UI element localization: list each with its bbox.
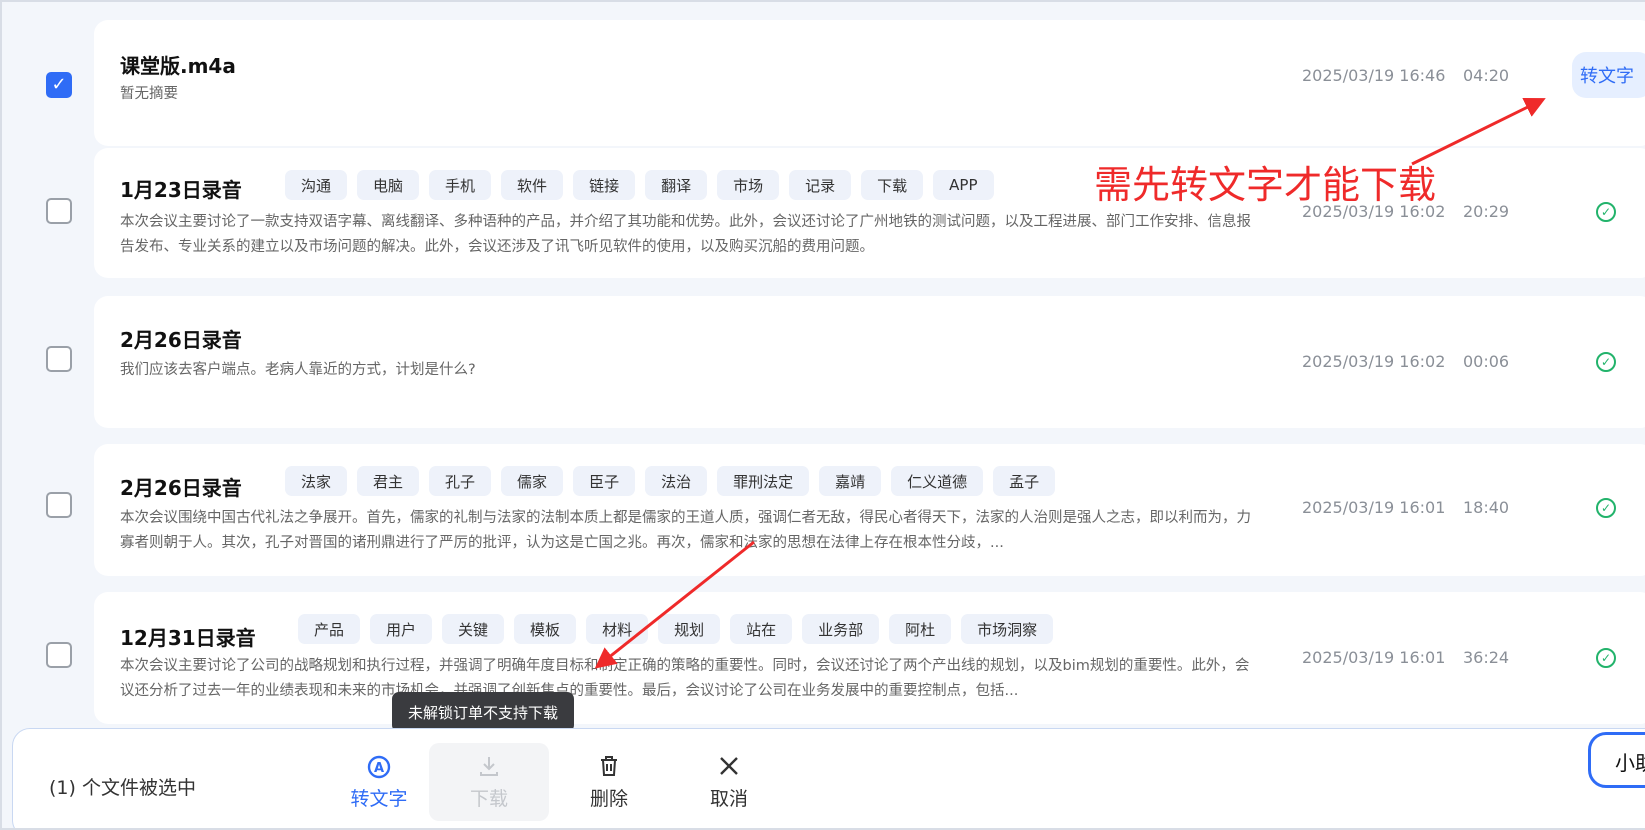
delete-button[interactable]: 删除 [549, 743, 669, 821]
tag[interactable]: 儒家 [501, 466, 564, 496]
recording-date: 2025/03/19 16:01 [1302, 498, 1446, 517]
tag-list: 产品 用户 关键 模板 材料 规划 站在 业务部 阿杜 市场洞察 [298, 614, 1054, 644]
annotation-text: 需先转文字才能下载 [1094, 163, 1437, 207]
tag[interactable]: 电脑 [357, 170, 420, 200]
row-checkbox[interactable] [46, 198, 72, 224]
check-circle-icon: ✓ [1596, 648, 1616, 668]
recording-title: 2月26日录音 [120, 476, 242, 500]
tag[interactable]: 翻译 [645, 170, 708, 200]
tag[interactable]: 材料 [586, 614, 649, 644]
download-tooltip: 未解锁订单不支持下载 [392, 692, 575, 740]
recording-summary: 本次会议围绕中国古代礼法之争展开。首先，儒家的礼制与法家的法制本质上都是儒家的王… [120, 510, 1251, 551]
tag-list: 法家 君主 孔子 儒家 臣子 法治 罪刑法定 嘉靖 仁义道德 孟子 [285, 466, 1056, 496]
selected-count-text: (1) 个文件被选中 [49, 777, 196, 799]
tag[interactable]: 下载 [861, 170, 924, 200]
tag[interactable]: 嘉靖 [819, 466, 882, 496]
trash-icon [598, 754, 620, 784]
list-item[interactable]: 12月31日录音 产品 用户 关键 模板 材料 规划 站在 业务部 阿杜 市场洞… [2, 592, 1645, 728]
convert-text-label: 转文字 [350, 787, 408, 810]
tag[interactable]: 记录 [789, 170, 852, 200]
check-circle-icon: ✓ [1596, 352, 1616, 372]
recording-duration: 18:40 [1463, 498, 1510, 517]
tag[interactable]: 法治 [645, 466, 708, 496]
check-circle-icon: ✓ [1596, 202, 1616, 222]
recording-title: 2月26日录音 [120, 328, 242, 352]
recording-title: 12月31日录音 [120, 626, 256, 650]
assistant-button[interactable]: 小助 [1588, 732, 1645, 788]
tag[interactable]: 阿杜 [889, 614, 952, 644]
tag[interactable]: 孔子 [429, 466, 492, 496]
tag[interactable]: 手机 [429, 170, 492, 200]
recording-title: 1月23日录音 [120, 178, 242, 202]
selection-action-bar: (1) 个文件被选中 A 转文字 下载 删除 取消 [12, 728, 1645, 828]
tag[interactable]: 软件 [501, 170, 564, 200]
tag[interactable]: 规划 [658, 614, 721, 644]
tag[interactable]: 市场洞察 [961, 614, 1054, 644]
recording-duration: 00:06 [1463, 352, 1510, 371]
cancel-label: 取消 [709, 787, 748, 810]
tag[interactable]: 臣子 [573, 466, 636, 496]
recording-summary: 暂无摘要 [120, 86, 178, 102]
tag[interactable]: APP [933, 170, 994, 200]
row-checkbox[interactable] [46, 492, 72, 518]
tag[interactable]: 孟子 [993, 466, 1056, 496]
list-item[interactable]: 2月26日录音 法家 君主 孔子 儒家 臣子 法治 罪刑法定 嘉靖 仁义道德 孟… [2, 444, 1645, 580]
recording-duration: 20:29 [1463, 202, 1510, 221]
recording-date: 2025/03/19 16:02 [1302, 352, 1446, 371]
tag[interactable]: 业务部 [802, 614, 880, 644]
tag[interactable]: 君主 [357, 466, 420, 496]
recording-date: 2025/03/19 16:46 [1302, 66, 1446, 85]
recording-title: 课堂版.m4a [120, 54, 236, 78]
tag[interactable]: 关键 [442, 614, 505, 644]
cancel-button[interactable]: 取消 [669, 743, 789, 821]
list-item[interactable]: ✓ 课堂版.m4a 暂无摘要 2025/03/19 16:46 04:20 转文… [2, 20, 1645, 156]
tag[interactable]: 用户 [370, 614, 433, 644]
convert-text-icon: A [366, 754, 392, 784]
download-icon [477, 754, 501, 784]
tag[interactable]: 产品 [298, 614, 361, 644]
recording-summary: 本次会议主要讨论了一款支持双语字幕、离线翻译、多种语种的产品，并介绍了其功能和优… [120, 214, 1251, 255]
row-checkbox[interactable]: ✓ [46, 72, 72, 98]
tag[interactable]: 仁义道德 [891, 466, 984, 496]
download-label: 下载 [469, 787, 508, 810]
check-circle-icon: ✓ [1596, 498, 1616, 518]
row-checkbox[interactable] [46, 642, 72, 668]
recording-duration: 36:24 [1463, 648, 1510, 667]
delete-label: 删除 [589, 787, 628, 810]
app-frame: ✓ 课堂版.m4a 暂无摘要 2025/03/19 16:46 04:20 转文… [0, 0, 1645, 830]
recording-duration: 04:20 [1463, 66, 1510, 85]
tag[interactable]: 沟通 [285, 170, 348, 200]
download-button[interactable]: 下载 [429, 743, 549, 821]
tag[interactable]: 市场 [717, 170, 780, 200]
svg-text:A: A [374, 761, 384, 776]
close-icon [717, 754, 741, 784]
convert-text-button[interactable]: 转文字 [1572, 52, 1645, 98]
recording-summary: 本次会议主要讨论了公司的战略规划和执行过程，并强调了明确年度目标和制定正确的策略… [120, 658, 1250, 699]
row-checkbox[interactable] [46, 346, 72, 372]
checkmark-icon: ✓ [51, 74, 67, 95]
tag[interactable]: 法家 [285, 466, 348, 496]
recording-date: 2025/03/19 16:01 [1302, 648, 1446, 667]
recording-summary: 我们应该去客户端点。老病人靠近的方式，计划是什么? [120, 362, 476, 378]
tag[interactable]: 罪刑法定 [717, 466, 810, 496]
tag[interactable]: 链接 [573, 170, 636, 200]
tag[interactable]: 模板 [514, 614, 577, 644]
convert-text-button[interactable]: A 转文字 [319, 743, 439, 821]
tag[interactable]: 站在 [730, 614, 793, 644]
list-item[interactable]: 2月26日录音 我们应该去客户端点。老病人靠近的方式，计划是什么? 2025/0… [2, 296, 1645, 432]
tag-list: 沟通 电脑 手机 软件 链接 翻译 市场 记录 下载 APP [285, 170, 994, 200]
